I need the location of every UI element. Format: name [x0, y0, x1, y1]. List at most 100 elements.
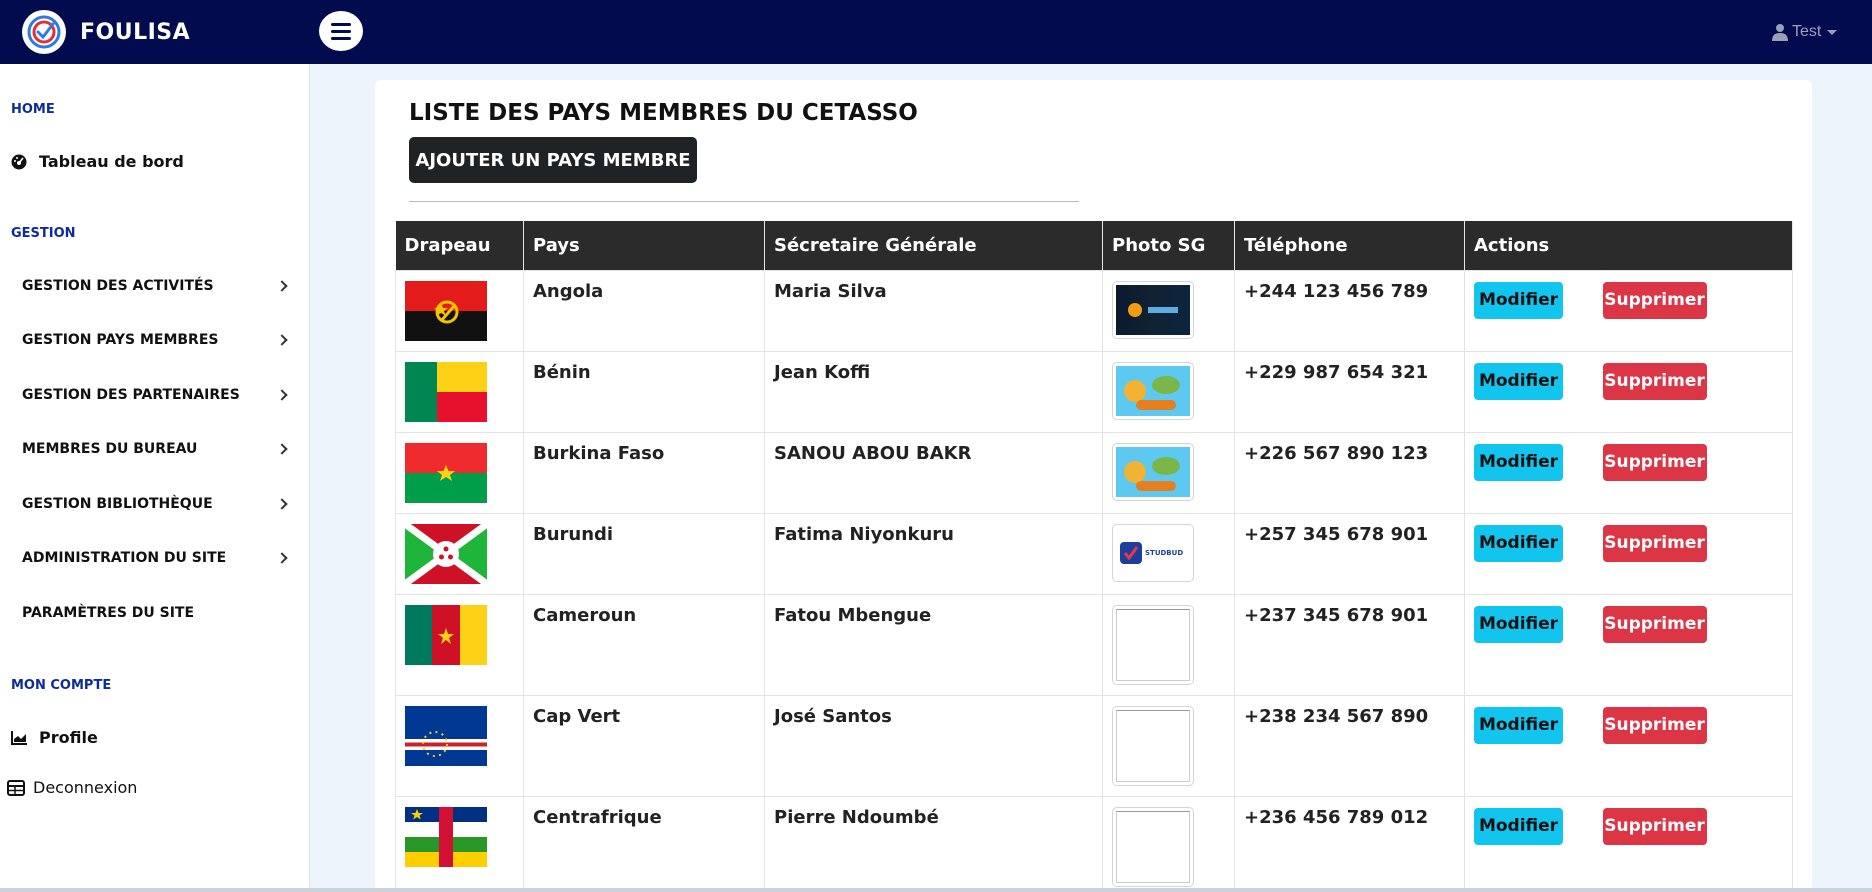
sidebar-item-parametres[interactable]: PARAMÈTRES DU SITE: [22, 605, 290, 621]
modify-cell: Modifier: [1464, 512, 1594, 595]
chevron-right-icon: [276, 280, 288, 292]
secretary-cell: Fatou Mbengue: [764, 593, 1103, 696]
country-cell: Centrafrique: [523, 795, 765, 892]
photo-cell: [1102, 350, 1235, 433]
chevron-down-icon: [1827, 29, 1838, 35]
flag-cell: [395, 350, 524, 433]
flag-centrafrique-icon: [405, 806, 514, 867]
photo-cell: [1102, 269, 1235, 352]
flag-cell: [395, 593, 524, 696]
flag-burundi-icon: [405, 523, 514, 584]
user-dropdown[interactable]: Test: [1772, 20, 1838, 44]
country-cell: Burkina Faso: [523, 431, 765, 514]
secretary-cell: SANOU ABOU BAKR: [764, 431, 1103, 514]
delete-cell: Supprimer: [1593, 512, 1793, 595]
modify-cell: Modifier: [1464, 694, 1594, 797]
modify-button[interactable]: Modifier: [1474, 443, 1563, 481]
table-row: Angola Maria Silva +244 123 456 789 Modifie…: [395, 269, 1793, 352]
sidebar-item-administration[interactable]: ADMINISTRATION DU SITE: [22, 550, 290, 566]
flag-angola-icon: [405, 280, 514, 341]
modify-cell: Modifier: [1464, 269, 1594, 352]
sidebar-item-profile[interactable]: Profile: [11, 728, 98, 747]
delete-button[interactable]: Supprimer: [1602, 807, 1707, 845]
delete-cell: Supprimer: [1593, 694, 1793, 797]
secretary-photo: [1112, 280, 1194, 339]
sidebar-item-partenaires[interactable]: GESTION DES PARTENAIRES: [22, 387, 290, 403]
photo-cell: [1102, 795, 1235, 892]
delete-cell: Supprimer: [1593, 795, 1793, 892]
divider: [409, 201, 1079, 202]
delete-button[interactable]: Supprimer: [1602, 281, 1707, 319]
column-header: Sécretaire Générale: [764, 221, 1103, 270]
brand-logo-icon: [22, 10, 66, 54]
secretary-photo: [1112, 604, 1194, 685]
flag-cell: [395, 795, 524, 892]
sidebar: HOME Tableau de bord GESTION GESTION DES…: [0, 64, 310, 892]
hamburger-icon: [331, 22, 351, 26]
delete-cell: Supprimer: [1593, 593, 1793, 696]
column-header: Drapeau: [395, 221, 524, 270]
delete-button[interactable]: Supprimer: [1602, 605, 1707, 643]
country-cell: Bénin: [523, 350, 765, 433]
sidebar-item-bureau[interactable]: MEMBRES DU BUREAU: [22, 441, 290, 457]
secretary-photo: [1112, 705, 1194, 786]
page-title: LISTE DES PAYS MEMBRES DU CETASSO: [409, 100, 918, 126]
members-table: Drapeau Pays Sécretaire Générale Photo S…: [395, 221, 1793, 892]
sidebar-item-pays-membres[interactable]: GESTION PAYS MEMBRES: [22, 332, 290, 348]
column-header: Pays: [523, 221, 765, 270]
table-row: Centrafrique Pierre Ndoumbé +236 456 789 0…: [395, 795, 1793, 892]
sidebar-item-bibliotheque[interactable]: GESTION BIBLIOTHÈQUE: [22, 496, 290, 512]
secretary-cell: Jean Koffi: [764, 350, 1103, 433]
country-cell: Burundi: [523, 512, 765, 595]
modify-button[interactable]: Modifier: [1474, 807, 1563, 845]
country-cell: Angola: [523, 269, 765, 352]
sidebar-item-dashboard[interactable]: Tableau de bord: [11, 152, 184, 171]
column-header: Actions: [1464, 221, 1793, 270]
phone-cell: +257 345 678 901: [1234, 512, 1465, 595]
modify-button[interactable]: Modifier: [1474, 362, 1563, 400]
country-cell: Cap Vert: [523, 694, 765, 797]
user-icon: [1772, 24, 1788, 41]
delete-button[interactable]: Supprimer: [1602, 443, 1707, 481]
secretary-photo: STUDBUD: [1112, 523, 1194, 582]
delete-button[interactable]: Supprimer: [1602, 362, 1707, 400]
secretary-photo: [1112, 442, 1194, 501]
phone-cell: +236 456 789 012: [1234, 795, 1465, 892]
horizontal-scrollbar[interactable]: [0, 888, 1872, 892]
sidebar-item-activites[interactable]: GESTION DES ACTIVITÉS: [22, 278, 290, 294]
modify-cell: Modifier: [1464, 350, 1594, 433]
photo-cell: STUDBUD: [1102, 512, 1235, 595]
flag-cell: [395, 269, 524, 352]
phone-cell: +226 567 890 123: [1234, 431, 1465, 514]
delete-button[interactable]: Supprimer: [1602, 706, 1707, 744]
add-country-button[interactable]: AJOUTER UN PAYS MEMBRE: [409, 137, 697, 183]
modify-cell: Modifier: [1464, 795, 1594, 892]
brand[interactable]: FOULISA: [22, 10, 190, 54]
chevron-right-icon: [276, 334, 288, 346]
phone-cell: +238 234 567 890: [1234, 694, 1465, 797]
delete-button[interactable]: Supprimer: [1602, 524, 1707, 562]
flag-cameroun-icon: [405, 604, 514, 665]
user-name: Test: [1792, 23, 1822, 40]
modify-button[interactable]: Modifier: [1474, 281, 1563, 319]
table-header-row: Drapeau Pays Sécretaire Générale Photo S…: [395, 221, 1793, 270]
menu-toggle-button[interactable]: [319, 11, 363, 51]
modify-button[interactable]: Modifier: [1474, 605, 1563, 643]
secretary-photo: [1112, 361, 1194, 420]
secretary-cell: José Santos: [764, 694, 1103, 797]
flag-cell: [395, 431, 524, 514]
table-row: Burundi Fatima Niyonkuru STUDBUD +257 345 6…: [395, 512, 1793, 595]
sidebar-item-logout[interactable]: Deconnexion: [7, 778, 137, 797]
secretary-cell: Fatima Niyonkuru: [764, 512, 1103, 595]
modify-cell: Modifier: [1464, 431, 1594, 514]
secretary-cell: Pierre Ndoumbé: [764, 795, 1103, 892]
flag-benin-icon: [405, 361, 514, 422]
sidebar-heading-home: HOME: [11, 102, 55, 117]
table-row: Bénin Jean Koffi +229 987 654 321 Modifier S…: [395, 350, 1793, 433]
phone-cell: +237 345 678 901: [1234, 593, 1465, 696]
modify-button[interactable]: Modifier: [1474, 524, 1563, 562]
modify-button[interactable]: Modifier: [1474, 706, 1563, 744]
sidebar-item-label: Tableau de bord: [39, 152, 184, 171]
column-header: Téléphone: [1234, 221, 1465, 270]
chevron-right-icon: [276, 552, 288, 564]
